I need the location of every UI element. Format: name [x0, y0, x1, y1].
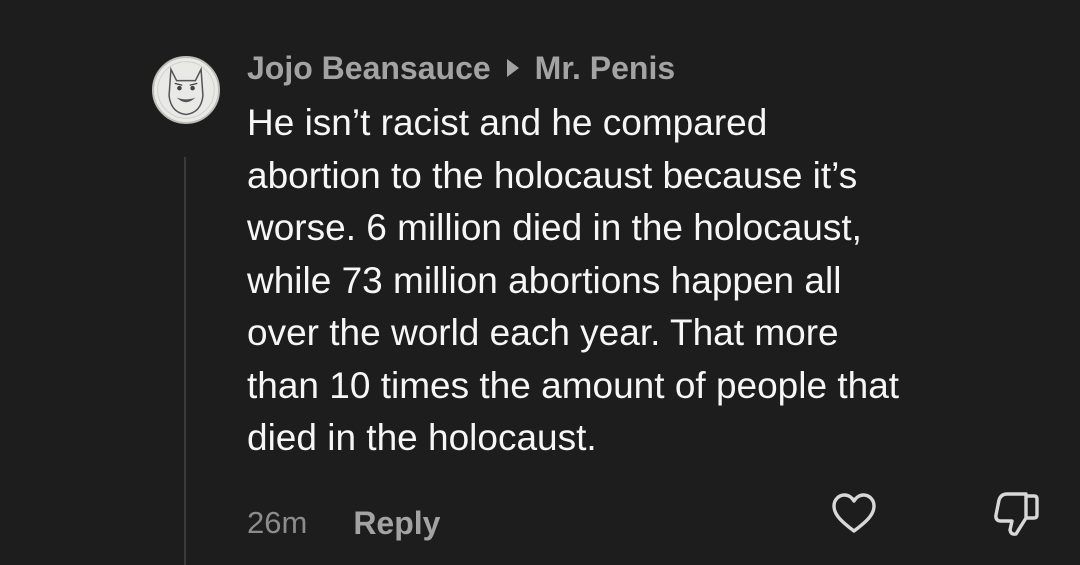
like-button[interactable] — [830, 490, 878, 538]
comment-screen: Jojo Beansauce Mr. Penis He isn’t racist… — [0, 0, 1080, 565]
avatar[interactable] — [152, 56, 220, 124]
comment-line: died in the holocaust. — [247, 417, 597, 458]
caret-right-icon — [506, 59, 519, 77]
author-name[interactable]: Jojo Beansauce — [247, 50, 491, 87]
comment-footer: 26m Reply — [247, 498, 440, 548]
comment-line: than 10 times the amount of people that — [247, 364, 900, 406]
comment-line: worse. 6 million died in the holocaust, — [247, 207, 862, 248]
dislike-button[interactable] — [990, 488, 1042, 540]
comment-header: Jojo Beansauce Mr. Penis — [247, 46, 675, 90]
thread-line — [184, 157, 186, 565]
cartoon-face-icon — [157, 61, 215, 119]
thumbs-down-outline-icon — [994, 492, 1039, 536]
reply-button[interactable]: Reply — [353, 505, 440, 542]
comment-text: He isn’t racist and he compared abortion… — [247, 97, 1067, 465]
comment-line: He isn’t racist and he compared — [247, 102, 768, 143]
reply-to-name[interactable]: Mr. Penis — [535, 50, 676, 87]
heart-outline-icon — [832, 493, 876, 533]
comment-line: while 73 million abortions happen all — [247, 259, 842, 301]
timestamp: 26m — [247, 505, 308, 540]
comment-line: over the world each year. That more — [247, 312, 839, 353]
comment-line: abortion to the holocaust because it’s — [247, 154, 858, 196]
